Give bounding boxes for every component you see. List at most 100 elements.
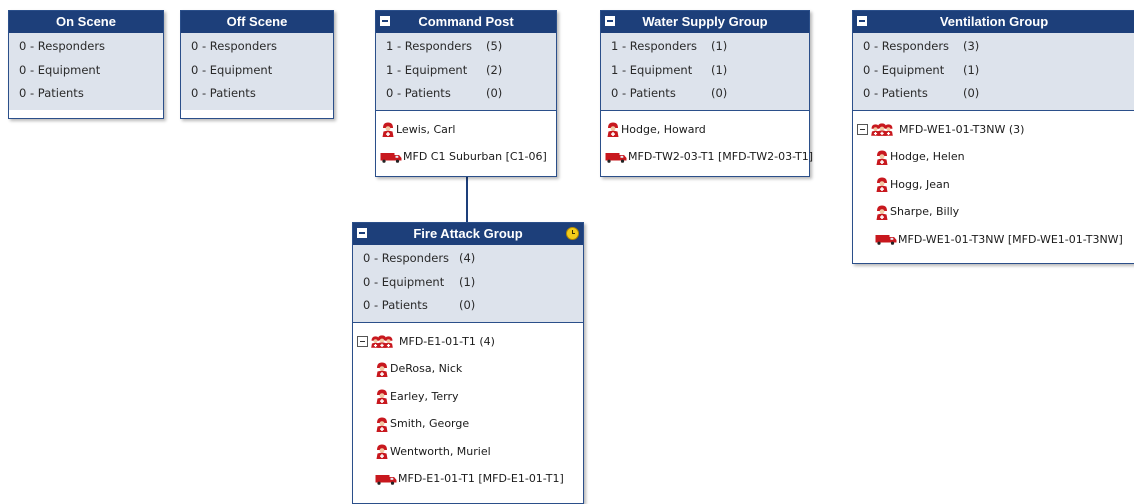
crew-icon: [369, 332, 395, 350]
fire-attack-card[interactable]: Fire Attack Group 0 - Responders (4) 0 - …: [352, 222, 584, 504]
responder-icon: [381, 121, 395, 137]
water-supply-title: Water Supply Group: [642, 14, 768, 29]
stat-label: 0 - Patients: [191, 86, 256, 100]
member-item[interactable]: Wentworth, Muriel: [353, 438, 583, 466]
collapse-crew-icon[interactable]: [357, 335, 368, 347]
stat-count: (1): [711, 62, 728, 77]
stat-label: 0 - Patients: [363, 298, 428, 312]
stat-count: (2): [486, 62, 503, 77]
stat-row-equipment: 0 - Equipment (1): [353, 271, 583, 295]
truck-icon: [375, 473, 397, 485]
member-item[interactable]: Hogg, Jean: [853, 171, 1134, 199]
collapse-icon[interactable]: [605, 16, 615, 26]
member-item[interactable]: Smith, George: [353, 410, 583, 438]
on-scene-card[interactable]: On Scene 0 - Responders 0 - Equipment 0 …: [8, 10, 164, 119]
on-scene-title: On Scene: [56, 14, 116, 29]
truck-icon: [380, 151, 402, 163]
fire-attack-title: Fire Attack Group: [413, 226, 523, 241]
stat-row-equipment: 1 - Equipment (2): [376, 59, 556, 83]
stat-label: 0 - Responders: [19, 39, 106, 53]
fire-attack-header[interactable]: Fire Attack Group: [353, 223, 583, 245]
responder-icon: [875, 204, 889, 220]
stat-label: 0 - Responders: [191, 39, 278, 53]
off-scene-card[interactable]: Off Scene 0 - Responders 0 - Equipment 0…: [180, 10, 334, 119]
member-name: Earley, Terry: [390, 389, 459, 403]
responder-icon: [606, 121, 620, 137]
stat-label: 0 - Responders: [363, 251, 450, 265]
stat-count: (5): [486, 39, 503, 53]
crew-row[interactable]: MFD-E1-01-T1 (4): [353, 328, 583, 356]
equipment-name: MFD-E1-01-T1 [MFD-E1-01-T1]: [398, 472, 564, 486]
off-scene-title: Off Scene: [226, 14, 288, 29]
collapse-icon[interactable]: [857, 16, 867, 26]
ventilation-stats: 0 - Responders (3) 0 - Equipment (1) 0 - P…: [853, 33, 1134, 110]
connector-line: [466, 175, 468, 224]
stat-row-responders: 0 - Responders (3): [853, 35, 1134, 59]
responder-icon: [375, 416, 389, 432]
responder-icon: [375, 388, 389, 404]
on-scene-header[interactable]: On Scene: [9, 11, 163, 33]
responder-icon: [375, 443, 389, 459]
command-post-header[interactable]: Command Post: [376, 11, 556, 33]
stat-row-equipment: 0 - Equipment (1): [853, 59, 1134, 83]
crew-name: MFD-E1-01-T1 (4): [399, 334, 495, 348]
member-item[interactable]: Earley, Terry: [353, 383, 583, 411]
member-item[interactable]: MFD C1 Suburban [C1-06]: [376, 143, 556, 171]
stat-row-patients: 0 - Patients: [9, 82, 163, 106]
member-name: DeRosa, Nick: [390, 362, 463, 376]
member-item[interactable]: MFD-WE1-01-T3NW [MFD-WE1-01-T3NW]: [853, 226, 1134, 254]
stat-label: 0 - Patients: [19, 86, 84, 100]
stat-row-equipment: 1 - Equipment (1): [601, 59, 809, 83]
member-item[interactable]: DeRosa, Nick: [353, 355, 583, 383]
stat-count: (0): [459, 298, 476, 312]
stat-row-patients: 0 - Patients (0): [376, 82, 556, 106]
stat-row-patients: 0 - Patients: [181, 82, 333, 106]
water-supply-stats: 1 - Responders (1) 1 - Equipment (1) 0 - P…: [601, 33, 809, 110]
crew-row[interactable]: MFD-WE1-01-T3NW (3): [853, 116, 1134, 144]
water-supply-members: Hodge, Howard MFD-TW2-03-T1 [MFD-TW2-03-…: [601, 109, 813, 174]
responder-icon: [875, 176, 889, 192]
crew-name: MFD-WE1-01-T3NW (3): [899, 122, 1025, 136]
collapse-icon[interactable]: [357, 228, 367, 238]
stat-label: 1 - Responders: [386, 39, 473, 53]
stat-row-patients: 0 - Patients (0): [853, 82, 1134, 106]
stat-label: 0 - Patients: [863, 86, 928, 100]
stat-count: (0): [486, 86, 503, 100]
fire-attack-stats: 0 - Responders (4) 0 - Equipment (1) 0 - P…: [353, 245, 583, 322]
collapse-crew-icon[interactable]: [857, 123, 868, 135]
water-supply-card[interactable]: Water Supply Group 1 - Responders (1) 1 -…: [600, 10, 813, 177]
member-item[interactable]: Hodge, Helen: [853, 143, 1134, 171]
stat-label: 0 - Patients: [611, 86, 676, 100]
member-item[interactable]: Sharpe, Billy: [853, 198, 1134, 226]
equipment-name: MFD-TW2-03-T1 [MFD-TW2-03-T1]: [628, 150, 814, 164]
stat-row-patients: 0 - Patients (0): [353, 294, 583, 318]
member-item[interactable]: MFD-TW2-03-T1 [MFD-TW2-03-T1]: [601, 143, 813, 171]
responder-icon: [375, 361, 389, 377]
off-scene-stats: 0 - Responders 0 - Equipment 0 - Patient…: [181, 33, 333, 110]
command-post-members: Lewis, Carl MFD C1 Suburban [C1-06]: [376, 109, 556, 174]
stat-label: 0 - Patients: [386, 86, 451, 100]
stat-count: (4): [459, 251, 476, 265]
member-item[interactable]: Lewis, Carl: [376, 116, 556, 144]
off-scene-header[interactable]: Off Scene: [181, 11, 333, 33]
command-post-card[interactable]: Command Post 1 - Responders (5) 1 - Equip…: [375, 10, 557, 177]
command-post-title: Command Post: [418, 14, 514, 29]
stat-label: 0 - Equipment: [191, 62, 273, 77]
stat-label: 0 - Equipment: [863, 62, 945, 77]
member-item[interactable]: MFD-E1-01-T1 [MFD-E1-01-T1]: [353, 465, 583, 493]
stat-row-responders: 0 - Responders (4): [353, 247, 583, 271]
collapse-icon[interactable]: [380, 16, 390, 26]
ventilation-header[interactable]: Ventilation Group: [853, 11, 1134, 33]
stat-row-responders: 1 - Responders (1): [601, 35, 809, 59]
water-supply-header[interactable]: Water Supply Group: [601, 11, 809, 33]
crew-icon: [869, 120, 895, 138]
ventilation-card[interactable]: Ventilation Group 0 - Responders (3) 0 - …: [852, 10, 1134, 264]
member-name: Hodge, Howard: [621, 122, 706, 136]
member-item[interactable]: Hodge, Howard: [601, 116, 809, 144]
on-scene-stats: 0 - Responders 0 - Equipment 0 - Patient…: [9, 33, 163, 110]
equipment-name: MFD-WE1-01-T3NW [MFD-WE1-01-T3NW]: [898, 232, 1123, 246]
truck-icon: [875, 233, 897, 245]
clock-icon[interactable]: [566, 227, 579, 240]
member-name: Smith, George: [390, 417, 470, 431]
command-post-stats: 1 - Responders (5) 1 - Equipment (2) 0 - P…: [376, 33, 556, 110]
